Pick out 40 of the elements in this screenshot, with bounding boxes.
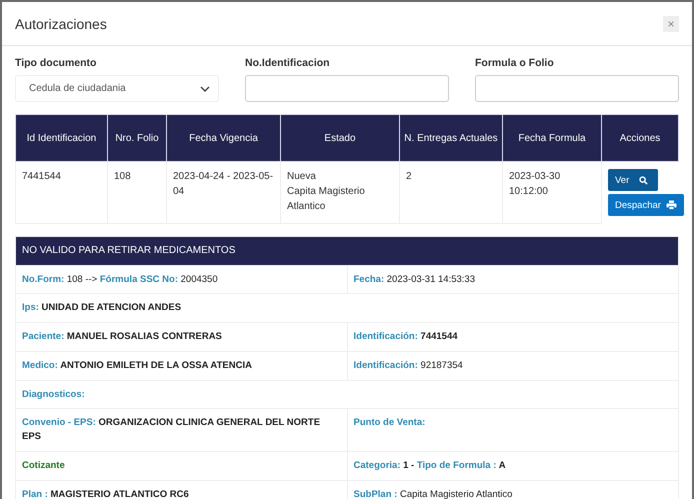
chevron-down-icon [200, 86, 210, 92]
detail-text: Plan : MAGISTERIO ATLANTICO RC6 [21, 488, 190, 499]
detail-text: SubPlan : Capita Magisterio Atlantico [346, 480, 678, 499]
action-button[interactable]: Ver [608, 169, 658, 191]
column-header: Nro. Folio [108, 114, 166, 162]
detail-text: Diagnosticos: [21, 388, 86, 402]
detail-text: Medico: ANTONIO EMILETH DE LA OSSA ATENCIA [21, 358, 253, 373]
detail-text: Identificación: 92187354 [346, 352, 678, 380]
detail-text: Punto de Venta: [346, 409, 678, 451]
detail-text: Categoria: 1 - Tipo de Formula : A [346, 452, 678, 480]
detail-text: Convenio - EPS: ORGANIZACION CLINICA GENERAL DEL NORTE EPS [21, 416, 322, 444]
table-cell: 2023-04-24 - 2023-05-04 [166, 162, 280, 223]
printer-icon [666, 200, 677, 210]
input-field[interactable] [475, 75, 679, 102]
detail-text: Fecha: 2023-03-31 14:53:33 [346, 266, 678, 294]
detail-text: Ips: UNIDAD DE ATENCION ANDES [21, 301, 182, 316]
detail-text: No.Form: 108 --> Fórmula SSC No: 2004350 [21, 272, 219, 286]
column-header: Fecha Formula [502, 114, 602, 162]
column-header: Id Identificacion [16, 114, 108, 162]
detail-text: Paciente: MANUEL ROSALIAS CONTRERAS [21, 330, 223, 344]
field-label: Tipo documento [15, 57, 98, 69]
detail-text: Identificación: 7441544 [346, 323, 678, 351]
table-cell: Nueva Capita Magisterio Atlantico [280, 162, 400, 223]
warning-banner: NO VALIDO PARA RETIRAR MEDICAMENTOS [16, 236, 678, 264]
column-header: Fecha Vigencia [166, 114, 280, 162]
column-header: Acciones [602, 114, 678, 162]
table-cell: 2023-03-30 10:12:00 [502, 162, 602, 223]
search-icon [639, 176, 648, 184]
table-cell: 108 [108, 162, 166, 223]
detail-text: Cotizante [21, 458, 66, 473]
field-label: Formula o Folio [475, 57, 555, 69]
action-button[interactable]: Despachar [608, 194, 684, 216]
document-type-select[interactable]: Cedula de ciudadania [15, 75, 219, 102]
table-cell: 7441544 [16, 162, 108, 223]
input-field[interactable] [245, 75, 449, 102]
column-header: N. Entregas Actuales [400, 114, 502, 162]
field-label: No.Identificacion [245, 57, 331, 69]
table-cell: 2 [400, 162, 502, 223]
column-header: Estado [280, 114, 400, 162]
modal-title: Autorizaciones [15, 16, 107, 32]
